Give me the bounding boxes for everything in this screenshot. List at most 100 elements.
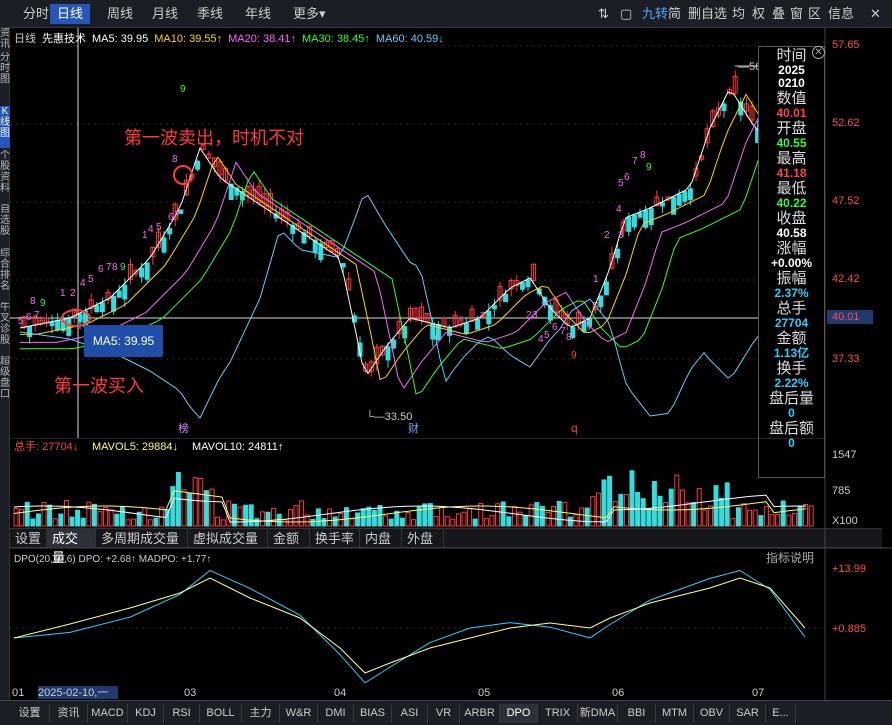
volume-bar bbox=[343, 507, 349, 527]
range-button[interactable]: 区 bbox=[808, 5, 821, 23]
volume-bar bbox=[187, 492, 193, 527]
volume-bar bbox=[181, 489, 187, 527]
candle-body bbox=[637, 212, 643, 218]
indicator-tab-16[interactable]: BBI bbox=[618, 704, 656, 723]
ma-legend-item: MA60: 40.59↓ bbox=[375, 33, 444, 45]
volume-bar bbox=[679, 489, 685, 527]
volume-bar bbox=[775, 513, 781, 527]
candle-body bbox=[631, 214, 637, 228]
overlay-button[interactable]: 叠 bbox=[772, 5, 785, 23]
nine-turn-count: 8 bbox=[30, 296, 36, 307]
left-tab-0[interactable]: 资讯 bbox=[0, 28, 10, 50]
info-value: 40.22 bbox=[776, 196, 807, 210]
close-icon[interactable]: ✕ bbox=[812, 46, 825, 59]
volume-bar bbox=[467, 508, 473, 527]
candle-body bbox=[122, 284, 128, 300]
indicator-tab-15[interactable]: 新DMA bbox=[578, 704, 618, 723]
ma-legend-item: MA30: 38.45↑ bbox=[302, 33, 370, 45]
volume-bar bbox=[696, 488, 702, 527]
volume-bar bbox=[142, 507, 148, 527]
info-label: 最低 bbox=[776, 180, 807, 197]
volume-bar bbox=[758, 515, 764, 527]
nine-turn-count: 8 bbox=[172, 154, 178, 165]
indicator-tab-1[interactable]: 资讯 bbox=[50, 704, 88, 723]
volume-bar bbox=[791, 512, 797, 527]
indicator-tab-18[interactable]: OBV bbox=[694, 704, 730, 723]
volume-bar bbox=[192, 477, 198, 527]
nine-turn-count: 9 bbox=[571, 350, 577, 361]
indicator-tab-14[interactable]: TRIX bbox=[538, 704, 578, 723]
price-axis-label: 37.33 bbox=[832, 353, 860, 365]
simple-button[interactable]: 简 bbox=[668, 5, 681, 23]
lower-panels[interactable]: 总手: 27704↓ MAVOL5: 29884↓ MAVOL10: 24811↑ 1… bbox=[10, 438, 892, 700]
dpo-axis-label: +13.99 bbox=[832, 563, 866, 575]
period-tab-2[interactable]: 周线 bbox=[100, 4, 140, 24]
nine-turn-count: 6 bbox=[552, 322, 558, 333]
rights-button[interactable]: 权 bbox=[752, 5, 765, 23]
indicator-tab-7[interactable]: W&R bbox=[280, 704, 318, 723]
period-tab-4[interactable]: 季线 bbox=[190, 4, 230, 24]
close-icon[interactable]: ✕ bbox=[870, 5, 881, 23]
period-tab-1[interactable]: 日线 bbox=[50, 4, 91, 24]
volume-bar bbox=[271, 507, 277, 527]
volume-bar bbox=[551, 505, 557, 527]
left-tab-5[interactable]: 综合排名 bbox=[0, 248, 10, 300]
volume-bar bbox=[52, 518, 58, 527]
info-value: 2.37% bbox=[774, 286, 809, 300]
indicator-tab-0[interactable]: 设置 bbox=[10, 704, 50, 723]
indicator-tab-13[interactable]: DPO bbox=[500, 704, 538, 723]
volume-bar bbox=[35, 513, 41, 527]
indicator-tab-12[interactable]: ARBR bbox=[460, 704, 500, 723]
window-button[interactable]: 窗 bbox=[790, 5, 803, 23]
remove-favorite-button[interactable]: 删自选 bbox=[688, 5, 727, 23]
ma-legend-item: MA10: 39.55↑ bbox=[154, 33, 223, 45]
sort-icon[interactable]: ⇅ bbox=[598, 5, 609, 23]
period-tab-5[interactable]: 年线 bbox=[238, 4, 278, 24]
indicator-tab-6[interactable]: 主力 bbox=[242, 704, 280, 723]
x-axis-label: 05 bbox=[478, 687, 490, 699]
left-tab-1[interactable]: 分时图 bbox=[0, 52, 10, 104]
candle-body bbox=[55, 320, 61, 331]
indicator-tab-19[interactable]: SAR bbox=[730, 704, 766, 723]
indicator-tab-9[interactable]: BIAS bbox=[354, 704, 392, 723]
volume-bar bbox=[595, 492, 601, 527]
volume-bar bbox=[780, 500, 786, 527]
candle-body bbox=[99, 302, 105, 313]
indicator-tab-11[interactable]: VR bbox=[428, 704, 460, 723]
left-tab-6[interactable]: 牛叉诊股 bbox=[0, 302, 10, 354]
nine-turn-button[interactable]: 九转 bbox=[642, 5, 668, 23]
indicator-tab-5[interactable]: BOLL bbox=[200, 704, 242, 723]
dpo-axis-label: +0.885 bbox=[832, 623, 866, 635]
volume-bar bbox=[47, 504, 53, 527]
left-tab-7[interactable]: 超级盘口 bbox=[0, 356, 10, 408]
volume-bar bbox=[579, 507, 585, 527]
candle-body bbox=[167, 228, 173, 235]
indicator-help-link: 指标说明 bbox=[766, 550, 814, 565]
indicator-tab-2[interactable]: MACD bbox=[88, 704, 128, 723]
buy-annotation: 第一波买入 bbox=[54, 376, 144, 396]
info-label: 收盘 bbox=[776, 210, 807, 227]
period-tab-3[interactable]: 月线 bbox=[145, 4, 185, 24]
window-icon[interactable]: ▢ bbox=[620, 5, 632, 23]
indicator-tab-4[interactable]: RSI bbox=[164, 704, 200, 723]
info-button[interactable]: 信息 bbox=[828, 5, 854, 23]
volume-bar bbox=[786, 514, 792, 527]
indicator-tab-3[interactable]: KDJ bbox=[128, 704, 164, 723]
indicator-tab-bar: 设置 资讯 MACD KDJ RSI BOLL 主力 W&R DMI BIAS ASI VR ARBR D… bbox=[0, 700, 892, 725]
info-label: 涨幅 bbox=[776, 240, 807, 257]
volume-bar bbox=[769, 514, 775, 527]
average-button[interactable]: 均 bbox=[732, 5, 745, 23]
candle-body bbox=[648, 207, 654, 226]
left-tab-3[interactable]: 个股资料 bbox=[0, 150, 10, 202]
indicator-tab-20[interactable]: E... bbox=[766, 704, 796, 723]
indicator-tab-8[interactable]: DMI bbox=[318, 704, 354, 723]
left-tab-4[interactable]: 自选股 bbox=[0, 204, 10, 246]
indicator-tab-10[interactable]: ASI bbox=[392, 704, 428, 723]
indicator-tab-17[interactable]: MTM bbox=[656, 704, 694, 723]
left-tab-2[interactable]: K线图 bbox=[0, 106, 10, 148]
candle-body bbox=[139, 267, 145, 278]
period-tab-6[interactable]: 更多▾ bbox=[286, 4, 333, 24]
nine-turn-count: 5 bbox=[156, 222, 162, 233]
volume-bar bbox=[803, 504, 809, 527]
volume-bar bbox=[433, 515, 439, 527]
